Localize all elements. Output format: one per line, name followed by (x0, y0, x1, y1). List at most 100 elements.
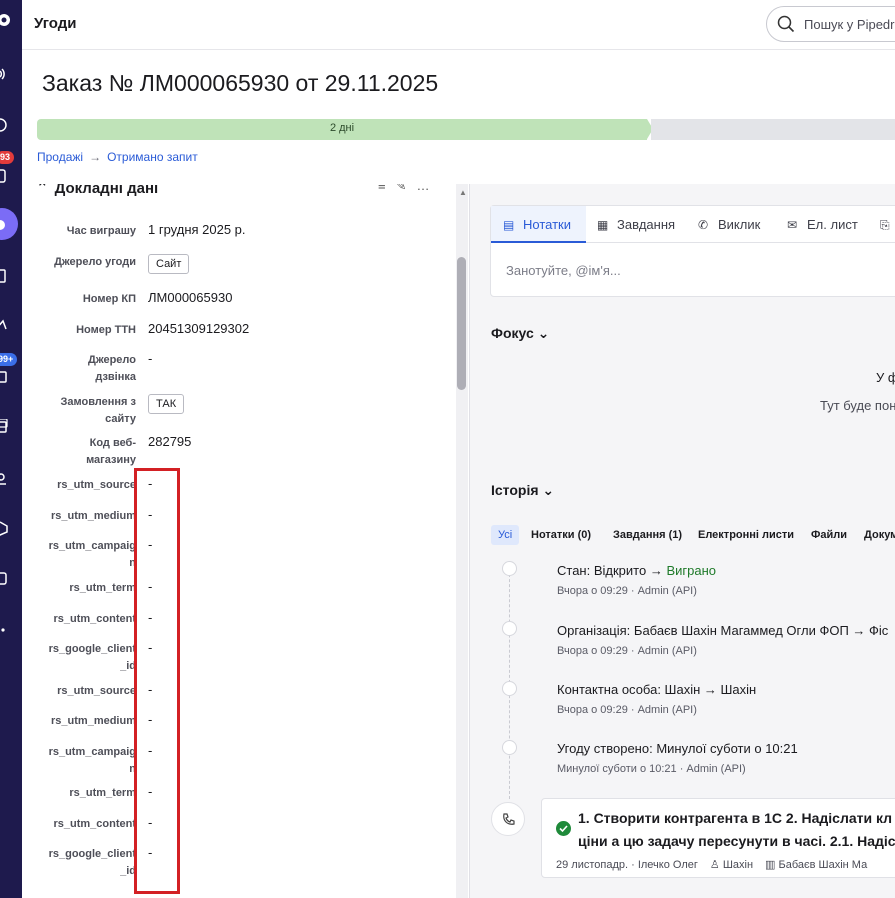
task-person[interactable]: Шахін (723, 859, 753, 871)
organization-icon: ▥ (765, 859, 776, 871)
deals-badge: 93 (0, 151, 15, 164)
documents-icon[interactable] (0, 268, 16, 284)
history-event-meta: Вчора о 09:29 · Admin (API) (557, 704, 697, 716)
field-label: rs_utm_term (69, 582, 136, 594)
focus-heading[interactable]: Фокус ⌄ (491, 325, 549, 342)
collapse-chevron-icon[interactable]: ⌃ (36, 184, 49, 197)
task-subject-line1: 1. Створити контрагента в 1С 2. Надіслат… (578, 810, 893, 826)
task-meta: 29 листопадр. · Ілечко Олег ♙ Шахін ▥ Баба… (556, 858, 867, 871)
stage-upcoming[interactable] (651, 119, 895, 140)
stage-completed[interactable]: 2 дні (37, 119, 647, 140)
filter-notes[interactable]: Нотатки (0) (531, 529, 591, 541)
history-event-meta: Вчора о 09:29 · Admin (API) (557, 645, 697, 657)
breadcrumb-stage[interactable]: Отримано запит (107, 150, 198, 164)
timeline-dot (502, 681, 517, 696)
field-label: rs_utm_term (69, 787, 136, 799)
field-label: Замовлення з сайту (60, 396, 136, 425)
target-icon[interactable] (0, 117, 16, 133)
phone-icon: ✆ (698, 218, 709, 232)
paperclip-icon: ⎘ (880, 218, 890, 232)
timeline-dot (502, 740, 517, 755)
filter-tasks[interactable]: Завдання (1) (613, 529, 682, 541)
deals-icon[interactable] (0, 168, 16, 184)
edit-icon[interactable]: ✎ (396, 184, 417, 193)
field-label: rs_google_client_id (48, 643, 136, 672)
tab-tasks[interactable]: ▦ Завдання (597, 217, 675, 232)
details-heading[interactable]: ⌃ Докладні дані (36, 184, 158, 197)
note-input[interactable]: Занотуйте, @ім'я... (506, 263, 621, 278)
field-label: Номер КП (82, 293, 136, 305)
tab-notes[interactable]: ▤ Нотатки (503, 217, 571, 232)
field-value-pill[interactable]: Сайт (148, 254, 190, 274)
mail-icon[interactable] (0, 369, 16, 385)
call-activity-icon (491, 802, 525, 836)
activity-panel: ▤ Нотатки ▦ Завдання ✆ Виклик ✉ Ел. лист ⎘ З… (470, 184, 895, 898)
field-value[interactable]: 282795 (148, 434, 191, 449)
tab-call[interactable]: ✆ Виклик (698, 217, 760, 232)
breadcrumb-pipeline[interactable]: Продажі (37, 150, 83, 164)
filter-documents[interactable]: Докум (864, 529, 895, 541)
field-value[interactable]: ЛМ000065930 (148, 290, 232, 305)
filter-emails[interactable]: Електронні листи (698, 529, 794, 541)
field-label: rs_utm_medium (51, 715, 136, 727)
filter-icon[interactable]: ≡ (378, 184, 396, 193)
field-label: Код веб-магазину (86, 437, 136, 466)
more-icon[interactable] (0, 622, 16, 638)
timeline-dot (502, 621, 517, 636)
scrollbar-thumb[interactable] (457, 257, 466, 390)
composer-tabs: ▤ Нотатки ▦ Завдання ✆ Виклик ✉ Ел. лист ⎘ (491, 206, 895, 243)
field-label: rs_google_client_id (48, 848, 136, 877)
field-value[interactable]: 1 грудня 2025 р. (148, 222, 246, 237)
field-label: rs_utm_content (53, 818, 136, 830)
mail-icon: ✉ (787, 218, 798, 232)
field-label: Джерело угоди (54, 256, 136, 268)
timeline-dot (502, 561, 517, 576)
app-rail: 93 99+ (0, 0, 22, 898)
history-heading[interactable]: Історія ⌄ (491, 482, 554, 499)
active-tab-underline (491, 241, 586, 243)
field-value[interactable]: - (148, 351, 152, 366)
check-done-icon[interactable] (556, 821, 571, 836)
stage-duration-label: 2 дні (329, 122, 355, 134)
chevron-down-icon: ⌄ (542, 482, 555, 498)
leads-icon[interactable] (0, 66, 16, 82)
highlight-annotation-box (134, 468, 180, 894)
top-bar: Угоди Пошук у Pipedri (22, 0, 895, 50)
contacts-icon[interactable] (0, 471, 16, 487)
history-event: Організація: Бабаєв Шахін Магаммед Огли … (557, 623, 889, 638)
activities-icon[interactable] (0, 418, 16, 435)
search-input[interactable]: Пошук у Pipedri (766, 6, 895, 42)
pipedrive-logo-icon[interactable] (0, 12, 16, 28)
chevron-down-icon: ⌄ (537, 325, 550, 341)
search-icon (777, 15, 795, 33)
tab-email[interactable]: ✉ Ел. лист (787, 217, 858, 232)
filter-files[interactable]: Файли (811, 529, 847, 541)
tab-files[interactable]: ⎘ (880, 217, 895, 233)
field-label: rs_utm_campaign (48, 540, 136, 569)
composer: ▤ Нотатки ▦ Завдання ✆ Виклик ✉ Ел. лист ⎘ З… (490, 205, 895, 297)
history-event-meta: Минулої суботи о 10:21 · Admin (API) (557, 763, 746, 775)
history-event: Контактна особа: Шахін → Шахін (557, 682, 757, 697)
field-value[interactable]: 20451309129302 (148, 321, 249, 336)
scroll-up-arrow-icon[interactable]: ▲ (459, 188, 467, 197)
more-options-icon[interactable]: … (417, 184, 440, 193)
task-organization[interactable]: Бабаєв Шахін Ма (779, 859, 868, 871)
insights-icon[interactable] (0, 570, 16, 586)
deals-active-icon[interactable] (0, 217, 16, 233)
campaigns-icon[interactable] (0, 317, 16, 333)
mail-badge: 99+ (0, 353, 18, 366)
task-card[interactable]: 1. Створити контрагента в 1С 2. Надіслат… (541, 798, 895, 878)
calendar-icon: ▦ (597, 218, 609, 232)
breadcrumb-arrow-icon: → (89, 150, 102, 164)
products-icon[interactable] (0, 520, 16, 536)
field-label: rs_utm_campaign (48, 746, 136, 775)
field-value-pill[interactable]: ТАК (148, 394, 185, 414)
filter-all[interactable]: Усі (491, 525, 520, 545)
search-placeholder: Пошук у Pipedri (804, 17, 895, 32)
history-event: Стан: Відкрито → Виграно (557, 563, 716, 578)
details-actions: ≡✎… (378, 184, 440, 194)
field-label: rs_utm_source (57, 479, 136, 491)
focus-empty-title: У ф (876, 370, 895, 385)
details-panel: ⌃ Докладні дані ≡✎… Час вигрaшу 1 грудня … (22, 184, 469, 898)
history-event: Угоду створено: Минулої суботи о 10:21 (557, 741, 798, 756)
